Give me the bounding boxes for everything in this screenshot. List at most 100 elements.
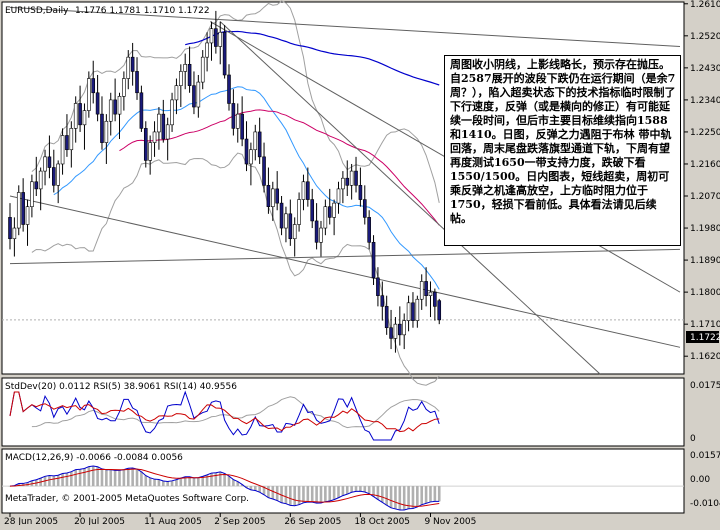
macd-histogram-bar [319,486,323,503]
candle-body [345,177,350,186]
candle [16,185,21,236]
candle-body [266,185,271,207]
candle-body [275,188,279,204]
macd-histogram-bar [131,468,134,487]
macd-histogram-bar [232,479,235,487]
candle [371,235,376,286]
candle-body [358,185,363,200]
candle-body [380,295,385,307]
candle-body [135,71,139,94]
candle-body [214,28,218,47]
macd-histogram-bar [65,472,69,487]
candle-body [235,113,240,129]
candle-body [406,302,411,321]
macd-histogram-bar [148,477,152,487]
y-tick-label: 1.1710 [690,320,720,330]
last-price-label: 1.1722 [690,333,720,343]
candle-body [270,188,275,207]
macd-histogram-bar [258,486,261,493]
macd-histogram-bar [302,486,305,503]
candle-body [95,92,100,115]
macd-histogram-bar [267,486,270,498]
y-tick-label: 1.1890 [690,256,720,266]
candle-body [301,181,306,200]
candle-body [297,199,301,225]
candle-body [231,103,236,129]
candle-body [249,149,253,165]
macd-histogram-bar [135,469,139,487]
candle-body [192,85,196,108]
candle-body [424,281,428,296]
indicator1-title: StdDev(20) 0.0112 RSI(5) 38.9061 RSI(14)… [5,382,237,392]
macd-histogram-bar [87,466,91,487]
candle-body [253,131,258,151]
macd-histogram-bar [328,486,332,502]
candle-body [244,138,249,165]
candle-body [354,170,358,186]
x-tick-label: 26 Sep 2005 [284,517,341,525]
candle-body [428,291,433,296]
candle-body [51,167,56,186]
macd-histogram-bar [315,486,318,504]
candle-body [314,220,319,243]
macd-histogram-bar [398,486,402,511]
candle-body [91,78,96,94]
candle-body [100,113,104,143]
macd-histogram-bar [350,486,353,493]
candle-body [437,300,442,321]
macd-histogram-bar [324,486,327,502]
macd-histogram-bar [332,486,336,500]
candle-body [73,103,78,129]
price-chart-title: EURUSD,Daily [5,6,69,16]
candle-body [139,92,144,129]
candle-body [319,227,323,243]
candle [222,25,227,79]
candle-body [341,177,345,190]
candle-body [43,156,47,172]
candle-body [38,170,43,190]
candle-body [122,78,126,97]
candle-body [292,224,297,240]
macd-histogram-bar [306,486,310,502]
indicator2-title: MACD(12,26,9) -0.0066 -0.0084 0.0056 [5,453,183,463]
candle-body [419,281,424,300]
macd-histogram-bar [113,470,117,487]
macd-histogram-bar [70,471,73,487]
candle-body [104,120,109,143]
candle-body [336,188,341,204]
macd-histogram-bar [359,486,362,492]
candle-body [349,170,354,186]
macd-histogram-bar [253,486,257,491]
candle-body [222,31,227,76]
macd-histogram-bar [214,472,218,487]
macd-histogram-bar [175,479,178,487]
candle-body [65,135,69,151]
candle-body [87,78,91,111]
candle-body [398,323,402,336]
macd-histogram-bar [157,479,161,487]
macd-histogram-bar [210,473,213,487]
macd-histogram-bar [105,469,108,487]
macd-histogram-bar [83,468,86,487]
x-tick-label: 20 Jul 2005 [74,517,125,525]
ind2-tick-label: 0.00 [690,475,710,485]
macd-histogram-bar [56,475,60,487]
macd-histogram-bar [297,486,301,505]
candle-body [179,71,183,86]
macd-histogram-bar [310,486,314,503]
macd-histogram-bar [381,486,384,503]
candle-body [393,323,398,339]
candle-body [170,99,174,126]
macd-histogram-bar [376,486,380,500]
candle-body [205,42,209,58]
candle [87,71,91,118]
candle-body [56,163,60,186]
candle-body [200,56,205,83]
macd-histogram-bar [345,486,349,495]
macd-histogram-bar [429,486,432,502]
macd-histogram-bar [118,470,121,487]
analysis-annotation: 周图收小阴线，上影线略长，预示存在抛压。自2587展开的波段下跌仍在运行期间（是… [444,55,681,246]
macd-histogram-bar [389,486,393,508]
chart-window: 1.2610 1.2520 1.2430 1.2340 1.2250 1.2160 1.20… [0,0,720,527]
candle-body [310,199,315,222]
